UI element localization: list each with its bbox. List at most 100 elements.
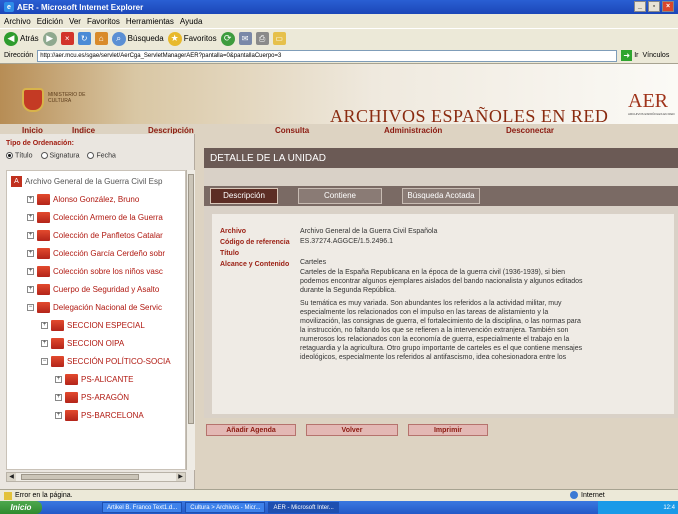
home-button[interactable]: ⌂ <box>94 32 108 45</box>
clock: 12:4 <box>663 504 675 511</box>
taskbar-item-cultura[interactable]: Cultura > Archivos - Micr... <box>185 502 266 513</box>
tree-item[interactable]: − Delegación Nacional de Servic <box>27 299 162 315</box>
folder-icon <box>37 265 50 277</box>
folder-icon <box>65 373 78 385</box>
tree-item[interactable]: + Alonso González, Bruno <box>27 191 139 207</box>
tree-vertical-scrollbar[interactable] <box>186 170 195 470</box>
order-options: Título Signatura Fecha <box>6 152 116 159</box>
site-header: MINISTERIO DE CULTURA ARCHIVOS ESPAÑOLES… <box>0 64 678 126</box>
tree-item[interactable]: + Cuerpo de Seguridad y Asalto <box>27 281 159 297</box>
taskbar-item-word[interactable]: Artikel B. Franco Text1.d... <box>102 502 183 513</box>
back-page-button[interactable]: Volver <box>306 424 398 436</box>
security-zone: Internet <box>570 491 605 499</box>
aer-logo-subtitle: ARCHIVOS ESPAÑOLES EN RED <box>628 112 675 116</box>
go-button[interactable]: ➜ Ir <box>621 50 638 61</box>
collapse-icon[interactable]: − <box>41 357 48 365</box>
collapse-icon[interactable]: − <box>27 303 34 311</box>
expand-icon[interactable]: + <box>41 321 48 329</box>
scroll-thumb[interactable] <box>188 174 194 424</box>
menu-favoritos[interactable]: Favoritos <box>87 17 120 26</box>
folder-button[interactable]: ▭ <box>272 32 286 45</box>
favorites-button[interactable]: ★ Favoritos <box>167 31 217 46</box>
minimize-button[interactable]: _ <box>634 1 646 12</box>
address-input[interactable]: http://aer.mcu.es/sgae/servlet/AerCga_Se… <box>37 49 618 62</box>
archive-tree: A Archivo General de la Guerra Civil Esp… <box>6 170 186 470</box>
history-button[interactable]: ⟳ <box>220 31 235 46</box>
back-button[interactable]: ◀ Atrás <box>4 31 39 46</box>
globe-icon <box>570 491 578 499</box>
search-button[interactable]: ⌕ Búsqueda <box>111 31 164 46</box>
field-labels: Archivo Código de referencia Título Alca… <box>220 227 300 271</box>
tree-item[interactable]: + PS-BARCELONA <box>55 407 144 423</box>
tree-item[interactable]: + PS-ARAGÓN <box>55 389 129 405</box>
mail-button[interactable]: ✉ <box>238 32 252 45</box>
folder-icon <box>51 337 64 349</box>
tree-item[interactable]: + SECCION OIPA <box>41 335 124 351</box>
menu-archivo[interactable]: Archivo <box>4 17 31 26</box>
scroll-left-icon[interactable]: ◀ <box>7 473 16 481</box>
expand-icon[interactable]: + <box>27 231 34 239</box>
expand-icon[interactable]: + <box>27 195 34 203</box>
forward-button[interactable]: ▶ <box>42 31 57 46</box>
tree-item[interactable]: + SECCION ESPECIAL <box>41 317 145 333</box>
tab-descripcion[interactable]: Descripción <box>210 188 278 204</box>
tree-item[interactable]: + PS-ALICANTE <box>55 371 133 387</box>
expand-icon[interactable]: + <box>55 375 62 383</box>
start-button[interactable]: Inicio <box>0 501 42 514</box>
expand-icon[interactable]: + <box>27 285 34 293</box>
expand-icon[interactable]: + <box>27 213 34 221</box>
links-label[interactable]: Vínculos <box>642 52 669 59</box>
folder-icon <box>51 319 64 331</box>
scroll-thumb[interactable] <box>21 474 139 480</box>
nav-consulta[interactable]: Consulta <box>275 126 309 135</box>
expand-icon[interactable]: + <box>41 339 48 347</box>
tab-busqueda-acotada[interactable]: Búsqueda Acotada <box>402 188 480 204</box>
nav-administracion[interactable]: Administración <box>384 126 442 135</box>
tree-root[interactable]: A Archivo General de la Guerra Civil Esp <box>11 173 162 189</box>
nav-desconectar[interactable]: Desconectar <box>506 126 554 135</box>
archive-icon: A <box>11 175 22 187</box>
folder-icon <box>65 409 78 421</box>
tree-horizontal-scrollbar[interactable]: ◀ ▶ <box>6 472 186 482</box>
print-page-button[interactable]: Imprimir <box>408 424 488 436</box>
order-option-titulo[interactable]: Título <box>6 152 33 159</box>
menu-ayuda[interactable]: Ayuda <box>180 17 203 26</box>
label-titulo: Título <box>220 250 240 257</box>
maximize-button[interactable]: ▫ <box>648 1 660 12</box>
browser-toolbar: ◀ Atrás ▶ × ↻ ⌂ ⌕ Búsqueda ★ Favoritos ⟳… <box>0 28 678 48</box>
expand-icon[interactable]: + <box>27 267 34 275</box>
close-button[interactable]: × <box>662 1 674 12</box>
menu-ver[interactable]: Ver <box>69 17 81 26</box>
tree-item[interactable]: + Colección de Panfletos Catalar <box>27 227 163 243</box>
print-button[interactable]: ⎙ <box>255 32 269 45</box>
order-option-signatura[interactable]: Signatura <box>40 152 79 159</box>
window-titlebar: e AER - Microsoft Internet Explorer _ ▫ … <box>0 0 678 14</box>
address-bar: Dirección http://aer.mcu.es/sgae/servlet… <box>0 48 678 64</box>
add-agenda-button[interactable]: Añadir Agenda <box>206 424 296 436</box>
label-alcance: Alcance y Contenido <box>220 261 290 268</box>
tree-item[interactable]: + Colección García Cerdeño sobr <box>27 245 165 261</box>
search-icon: ⌕ <box>111 31 126 46</box>
ie-logo-icon: e <box>4 2 14 12</box>
tree-item[interactable]: − SECCIÓN POLÍTICO-SOCIA <box>41 353 171 369</box>
value-alcance-p1: Carteles de la España Republicana en la … <box>300 269 583 294</box>
expand-icon[interactable]: + <box>55 411 62 419</box>
status-message[interactable]: Error en la página. <box>15 492 73 499</box>
expand-icon[interactable]: + <box>27 249 34 257</box>
taskbar-item-aer[interactable]: AER - Microsoft Inter... <box>268 502 339 513</box>
stop-button[interactable]: × <box>60 32 74 45</box>
expand-icon[interactable]: + <box>55 393 62 401</box>
site-title: ARCHIVOS ESPAÑOLES EN RED <box>330 106 609 126</box>
tree-item[interactable]: + Colección sobre los niños vasc <box>27 263 163 279</box>
menu-edicion[interactable]: Edición <box>37 17 63 26</box>
detail-heading: DETALLE DE LA UNIDAD <box>204 148 678 168</box>
tree-item[interactable]: + Colección Armero de la Guerra <box>27 209 163 225</box>
refresh-button[interactable]: ↻ <box>77 32 91 45</box>
order-option-fecha[interactable]: Fecha <box>87 152 116 159</box>
back-label: Atrás <box>20 34 39 43</box>
scroll-right-icon[interactable]: ▶ <box>176 473 185 481</box>
tab-contiene[interactable]: Contiene <box>298 188 382 204</box>
menu-herramientas[interactable]: Herramientas <box>126 17 174 26</box>
sidebar: Tipo de Ordenación: Título Signatura Fec… <box>0 134 195 489</box>
folder-icon <box>37 193 50 205</box>
